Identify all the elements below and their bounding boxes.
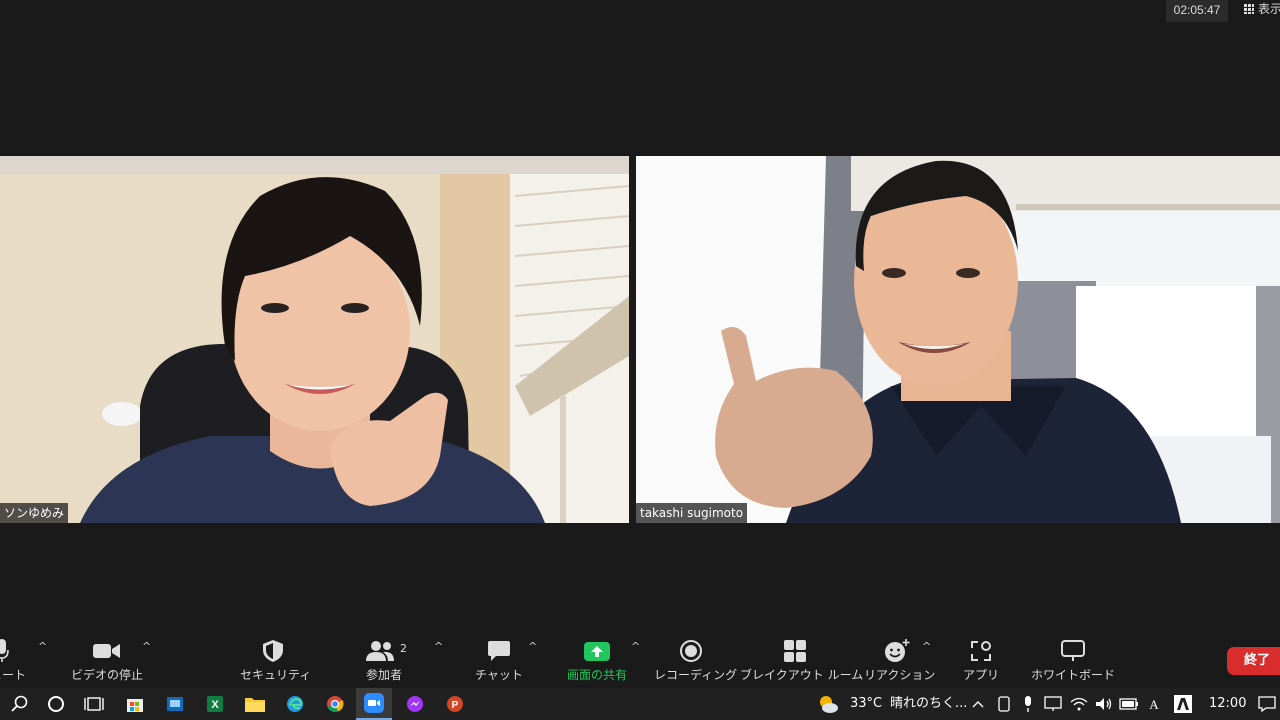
security-label: セキュリティ [240,668,312,682]
svg-text:X: X [211,699,219,711]
chat-options-caret[interactable]: ^ [526,630,540,688]
recording-label: レコーディング [654,668,738,682]
chevron-up-icon: ^ [922,640,932,653]
battery-icon[interactable] [1118,688,1140,720]
shield-icon [263,640,283,662]
chat-label: チャット [475,668,523,682]
share-screen-icon [584,642,610,661]
whiteboard-icon [1061,640,1085,661]
weather-description: 晴れのちく... [890,696,968,711]
zoom-app-icon[interactable] [356,688,392,720]
whiteboard-button[interactable]: ホワイトボード [1030,630,1116,688]
svg-text:A: A [1149,697,1159,711]
apps-icon [971,641,991,661]
excel-app-icon[interactable]: X [202,688,228,720]
messenger-app-icon[interactable] [402,688,428,720]
ime-mode-icon[interactable]: A [1144,688,1164,720]
participant-2-name-tag: takashi sugimoto [636,503,748,523]
windows-taskbar: X P 33°C 晴れのちく... A 12:00 [0,688,1280,720]
security-button[interactable]: セキュリティ [240,630,312,688]
participant-1-name-tag: ソンゆめみ [0,503,69,523]
chat-button[interactable]: チャット [474,630,524,688]
participants-button[interactable]: 2 参加者 [356,630,412,688]
share-options-caret[interactable]: ^ [629,630,643,688]
participant-1-video [0,156,629,523]
video-tile-participant-1[interactable]: ソンゆめみ [0,156,629,523]
powerpoint-app-icon[interactable]: P [442,688,468,720]
video-options-caret[interactable]: ^ [140,630,154,688]
cortana-icon[interactable] [44,688,68,720]
reactions-options-caret[interactable]: ^ [920,630,934,688]
chevron-up-icon: ^ [434,640,444,653]
chevron-up-icon: ^ [631,640,641,653]
wifi-icon[interactable] [1068,688,1090,720]
microphone-tray-icon[interactable] [1018,688,1038,720]
chevron-up-icon: ^ [38,640,48,653]
stop-video-button[interactable]: ビデオの停止 [70,630,144,688]
breakout-rooms-label: ブレイクアウト ルーム [740,668,864,682]
store-app-icon[interactable] [122,688,148,720]
search-icon[interactable] [8,688,32,720]
edge-browser-icon[interactable] [282,688,308,720]
apps-label: アプリ [962,668,999,682]
breakout-rooms-icon [784,640,806,662]
task-view-icon[interactable] [82,688,106,720]
file-explorer-icon[interactable] [242,688,268,720]
participants-icon [366,641,395,661]
breakout-rooms-button[interactable]: ブレイクアウト ルーム [740,630,864,688]
whiteboard-label: ホワイトボード [1030,668,1115,682]
smiley-icon [885,639,910,662]
end-meeting-button[interactable]: 終了 [1227,647,1280,675]
grid-view-icon [1244,4,1254,14]
share-screen-label: 画面の共有 [566,668,627,682]
record-icon [680,640,702,662]
meeting-toolbar: ミュート ^ ビデオの停止 ^ セキュリティ 2 参加者 ^ [0,630,1280,688]
share-screen-button[interactable]: 画面の共有 [562,630,632,688]
apps-button[interactable]: アプリ [958,630,1004,688]
view-label: 表示 [1258,2,1280,16]
outlook-app-icon[interactable] [162,688,188,720]
adobe-tray-icon[interactable] [1172,688,1194,720]
microphone-icon [0,639,9,662]
display-icon[interactable] [1042,688,1064,720]
participant-2-video [636,156,1280,523]
chrome-browser-icon[interactable] [322,688,348,720]
taskbar-clock: 12:00 [1209,696,1247,711]
video-tile-participant-2[interactable]: takashi sugimoto [636,156,1280,523]
show-hidden-icons-chevron-icon[interactable] [968,688,988,720]
stop-video-label: ビデオの停止 [70,668,143,682]
meeting-timer: 02:05:47 [1166,0,1228,22]
weather-icon[interactable] [816,688,840,720]
chat-icon [488,641,510,661]
video-camera-icon [93,644,120,658]
weather-temperature: 33°C [850,696,883,711]
chevron-up-icon: ^ [142,640,152,653]
participants-label: 参加者 [365,668,402,682]
mute-label: ミュート [0,668,26,682]
participants-count: 2 [400,642,407,655]
chevron-up-icon: ^ [528,640,538,653]
volume-icon[interactable] [1094,688,1114,720]
phone-link-icon[interactable] [994,688,1014,720]
mute-button[interactable]: ミュート [0,630,32,688]
svg-text:P: P [452,700,459,711]
audio-options-caret[interactable]: ^ [36,630,50,688]
view-button[interactable]: 表示 [1236,0,1280,22]
participants-options-caret[interactable]: ^ [432,630,446,688]
notifications-icon[interactable] [1256,688,1278,720]
recording-button[interactable]: レコーディング [654,630,738,688]
